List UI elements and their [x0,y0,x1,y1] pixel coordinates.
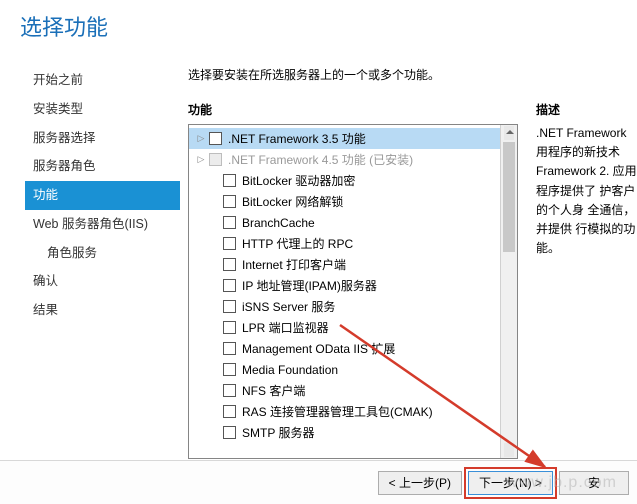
feature-checkbox[interactable] [209,132,222,145]
feature-item[interactable]: BitLocker 驱动器加密 [189,170,500,191]
feature-item[interactable]: LPR 端口监视器 [189,317,500,338]
feature-label: .NET Framework 3.5 功能 [228,130,366,147]
feature-item[interactable]: ▷ .NET Framework 3.5 功能 [189,128,500,149]
scroll-up-icon [506,130,514,134]
next-button[interactable]: 下一步(N) > [468,471,553,495]
prev-button[interactable]: < 上一步(P) [378,471,462,495]
sidebar-item-6[interactable]: 角色服务 [25,239,180,268]
feature-label: BranchCache [242,216,315,230]
chevron-right-icon[interactable]: ▷ [195,133,207,144]
chevron-right-icon[interactable]: ▷ [195,154,207,165]
feature-label: HTTP 代理上的 RPC [242,235,353,252]
feature-checkbox[interactable] [223,279,236,292]
install-button[interactable]: 安 [559,471,629,495]
feature-item[interactable]: IP 地址管理(IPAM)服务器 [189,275,500,296]
feature-item[interactable]: Internet 打印客户端 [189,254,500,275]
sidebar-item-2[interactable]: 服务器选择 [25,124,180,153]
feature-checkbox[interactable] [223,258,236,271]
sidebar-item-7[interactable]: 确认 [25,267,180,296]
feature-label: iSNS Server 服务 [242,298,335,315]
feature-item[interactable]: iSNS Server 服务 [189,296,500,317]
instruction-text: 选择要安装在所选服务器上的一个或多个功能。 [188,66,637,83]
sidebar-item-5[interactable]: Web 服务器角色(IIS) [25,210,180,239]
feature-item[interactable]: BitLocker 网络解锁 [189,191,500,212]
feature-checkbox[interactable] [223,300,236,313]
features-tree: ▷ .NET Framework 3.5 功能 ▷ .NET Framework 4.… [188,124,518,459]
feature-item[interactable]: Media Foundation [189,359,500,380]
feature-checkbox[interactable] [223,426,236,439]
feature-label: SMTP 服务器 [242,424,314,441]
feature-checkbox[interactable] [223,342,236,355]
feature-checkbox [209,153,222,166]
sidebar-item-0[interactable]: 开始之前 [25,66,180,95]
page-title: 选择功能 [0,0,637,56]
description-text: .NET Framework 用程序的新技术 Framework 2. 应用程序… [536,124,637,258]
feature-label: LPR 端口监视器 [242,319,329,336]
scrollbar[interactable] [500,125,517,458]
feature-checkbox[interactable] [223,363,236,376]
feature-checkbox[interactable] [223,384,236,397]
description-heading: 描述 [536,101,637,118]
feature-label: IP 地址管理(IPAM)服务器 [242,277,377,294]
scroll-down-icon [506,449,514,453]
scrollbar-thumb[interactable] [503,142,515,252]
feature-checkbox[interactable] [223,321,236,334]
sidebar-item-3[interactable]: 服务器角色 [25,152,180,181]
feature-label: NFS 客户端 [242,382,305,399]
wizard-sidebar: 开始之前安装类型服务器选择服务器角色功能Web 服务器角色(IIS)角色服务确认… [25,56,180,459]
wizard-footer: < 上一步(P) 下一步(N) > 安 [0,460,637,504]
feature-label: Management OData IIS 扩展 [242,340,395,357]
feature-checkbox[interactable] [223,216,236,229]
sidebar-item-8[interactable]: 结果 [25,296,180,325]
feature-item[interactable]: ▷ .NET Framework 4.5 功能 (已安装) [189,149,500,170]
feature-item[interactable]: NFS 客户端 [189,380,500,401]
feature-label: BitLocker 驱动器加密 [242,172,355,189]
feature-checkbox[interactable] [223,195,236,208]
sidebar-item-4[interactable]: 功能 [25,181,180,210]
feature-label: RAS 连接管理器管理工具包(CMAK) [242,403,433,420]
sidebar-item-1[interactable]: 安装类型 [25,95,180,124]
feature-item[interactable]: SMTP 服务器 [189,422,500,443]
feature-checkbox[interactable] [223,174,236,187]
feature-checkbox[interactable] [223,405,236,418]
feature-label: .NET Framework 4.5 功能 (已安装) [228,151,413,168]
feature-item[interactable]: Management OData IIS 扩展 [189,338,500,359]
feature-item[interactable]: BranchCache [189,212,500,233]
feature-label: Media Foundation [242,363,338,377]
features-heading: 功能 [188,101,518,118]
feature-item[interactable]: HTTP 代理上的 RPC [189,233,500,254]
feature-label: BitLocker 网络解锁 [242,193,343,210]
feature-item[interactable]: RAS 连接管理器管理工具包(CMAK) [189,401,500,422]
feature-label: Internet 打印客户端 [242,256,346,273]
feature-checkbox[interactable] [223,237,236,250]
